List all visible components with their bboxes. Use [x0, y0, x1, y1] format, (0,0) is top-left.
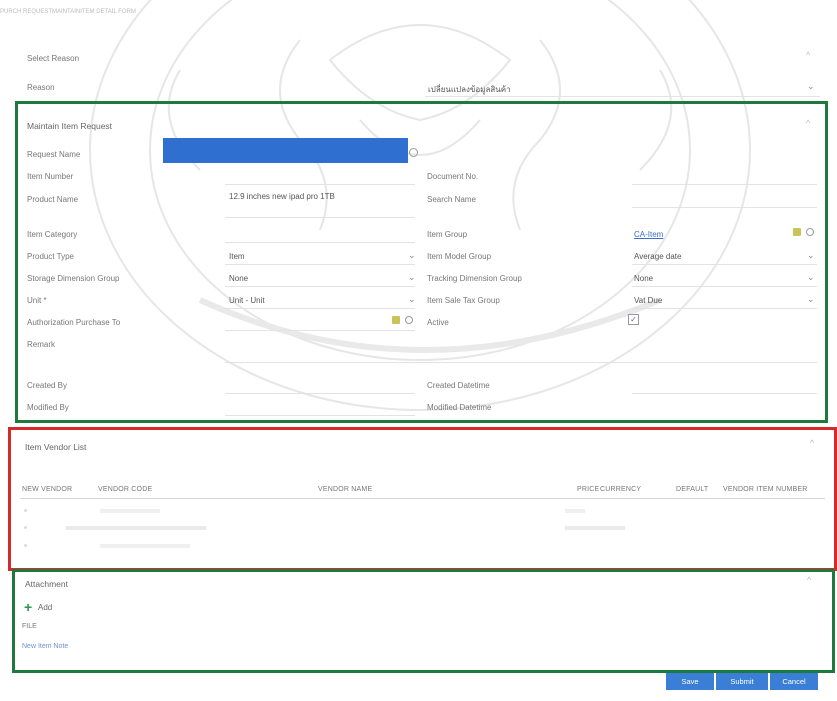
- active-checkbox[interactable]: ✓: [628, 314, 639, 325]
- table-row[interactable]: [20, 504, 825, 520]
- maintain-section-highlight: [15, 101, 828, 423]
- col-new-vendor: NEW VENDOR: [22, 486, 73, 493]
- add-label: Add: [38, 603, 53, 612]
- collapse-chevron-icon[interactable]: ^: [806, 50, 810, 60]
- search-name-label: Search Name: [427, 195, 476, 204]
- product-name-label: Product Name: [27, 195, 79, 204]
- product-type-select[interactable]: Item: [229, 252, 245, 261]
- item-group-search-icon[interactable]: [806, 228, 814, 236]
- created-by-label: Created By: [27, 381, 68, 390]
- item-sale-tax-select[interactable]: Vat Due: [634, 296, 662, 305]
- request-name-search-icon[interactable]: [409, 148, 418, 157]
- reason-label: Reason: [27, 83, 55, 92]
- reason-chevron-down-icon[interactable]: ⌄: [807, 82, 815, 91]
- authorization-label: Authorization Purchase To: [27, 318, 121, 327]
- save-button[interactable]: Save: [666, 673, 714, 690]
- vendor-section-title: Item Vendor List: [25, 442, 87, 452]
- unit-chevron-down-icon[interactable]: ⌄: [408, 295, 416, 304]
- col-vendor-item-number: VENDOR ITEM NUMBER: [723, 486, 808, 493]
- plus-icon: +: [24, 599, 33, 615]
- product-name-input[interactable]: 12.9 inches new ipad pro 1TB: [229, 192, 335, 201]
- col-default: DEFAULT: [676, 486, 709, 493]
- document-no-label: Document No.: [427, 172, 479, 181]
- request-name-redaction: [163, 138, 408, 163]
- submit-button[interactable]: Submit: [716, 673, 768, 690]
- tracking-dimension-label: Tracking Dimension Group: [427, 274, 522, 283]
- item-group-lookup-icon[interactable]: [793, 228, 801, 236]
- created-datetime-label: Created Datetime: [427, 381, 490, 390]
- storage-dimension-select[interactable]: None: [229, 274, 248, 283]
- table-row[interactable]: [20, 521, 825, 537]
- attachment-section-title: Attachment: [25, 579, 68, 589]
- item-model-group-select[interactable]: Average date: [634, 252, 681, 261]
- storage-dimension-label: Storage Dimension Group: [27, 274, 120, 283]
- item-group-label: Item Group: [427, 230, 468, 239]
- col-currency: CURRENCY: [600, 486, 642, 493]
- maintain-collapse-icon[interactable]: ^: [806, 118, 810, 128]
- authorization-lookup-icon[interactable]: [392, 316, 400, 324]
- modified-datetime-label: Modified Datetime: [427, 403, 492, 412]
- new-item-note-link[interactable]: New Item Note: [22, 643, 68, 650]
- modified-by-label: Modified By: [27, 403, 69, 412]
- form-title: PURCH REQUESTMAINTAINITEM DETAIL FORM: [0, 9, 136, 15]
- cancel-button[interactable]: Cancel: [770, 673, 818, 690]
- col-vendor-name: VENDOR NAME: [318, 486, 373, 493]
- table-row[interactable]: [20, 539, 825, 555]
- select-reason-label: Select Reason: [27, 54, 80, 63]
- item-sale-tax-label: Item Sale Tax Group: [427, 296, 500, 305]
- item-model-group-chevron-down-icon[interactable]: ⌄: [807, 251, 815, 260]
- vendor-collapse-icon[interactable]: ^: [810, 438, 814, 448]
- col-price: PRICE: [577, 486, 600, 493]
- authorization-search-icon[interactable]: [405, 316, 413, 324]
- unit-select[interactable]: Unit - Unit: [229, 296, 265, 305]
- product-type-label: Product Type: [27, 252, 74, 261]
- item-sale-tax-chevron-down-icon[interactable]: ⌄: [807, 295, 815, 304]
- storage-dimension-chevron-down-icon[interactable]: ⌄: [408, 273, 416, 282]
- unit-label: Unit *: [27, 296, 47, 305]
- reason-select[interactable]: เปลี่ยนแปลงข้อมูลสินค้า: [428, 83, 511, 96]
- attachment-collapse-icon[interactable]: ^: [807, 575, 811, 585]
- item-category-label: Item Category: [27, 230, 78, 239]
- attachment-section-highlight: [12, 569, 835, 673]
- file-label: FILE: [22, 623, 37, 630]
- request-name-label: Request Name: [27, 150, 81, 159]
- product-type-chevron-down-icon[interactable]: ⌄: [408, 251, 416, 260]
- item-model-group-label: Item Model Group: [427, 252, 492, 261]
- tracking-dimension-select[interactable]: None: [634, 274, 653, 283]
- item-group-link[interactable]: CA-Item: [634, 230, 663, 239]
- maintain-section-title: Maintain Item Request: [27, 121, 113, 131]
- remark-label: Remark: [27, 340, 56, 349]
- col-vendor-code: VENDOR CODE: [98, 486, 153, 493]
- tracking-dimension-chevron-down-icon[interactable]: ⌄: [807, 273, 815, 282]
- item-number-label: Item Number: [27, 172, 74, 181]
- active-label: Active: [427, 318, 449, 327]
